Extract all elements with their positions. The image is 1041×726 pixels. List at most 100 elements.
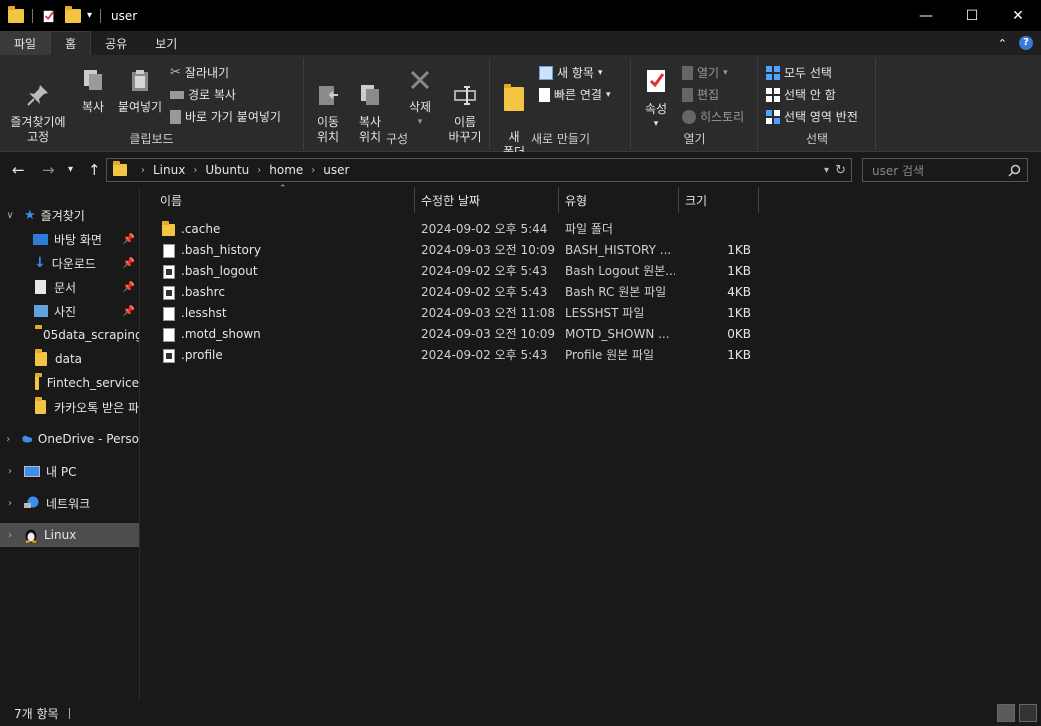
nav-network-label: 네트워크 [46, 496, 91, 511]
address-bar[interactable]: › Linux › Ubuntu › home › user ▾ ↻ [106, 158, 852, 182]
nav-item-desktop[interactable]: 바탕 화면 📌 [0, 227, 139, 251]
invert-selection-button[interactable]: 선택 영역 반전 [766, 108, 858, 125]
file-row[interactable]: .bash_history 2024-09-03 오전 10:09 BASH_H… [154, 240, 754, 261]
column-header-size[interactable]: 크기 [679, 187, 759, 213]
file-size: 4KB [727, 285, 751, 299]
delete-dropdown-icon[interactable]: ▾ [401, 115, 439, 130]
select-all-button[interactable]: 모두 선택 [766, 64, 832, 81]
paste-shortcut-label: 바로 가기 붙여넣기 [185, 110, 281, 124]
column-header-label: 수정한 날짜 [421, 193, 481, 208]
chevron-right-icon[interactable]: › [257, 165, 261, 176]
file-type: LESSHST 파일 [565, 306, 645, 320]
nav-item-fintech-service[interactable]: Fintech_service [0, 371, 139, 395]
file-row[interactable]: .profile 2024-09-02 오후 5:43 Profile 원본 파… [154, 345, 754, 366]
address-dropdown-icon[interactable]: ▾ [824, 165, 829, 176]
file-date: 2024-09-02 오후 5:44 [421, 222, 548, 236]
recent-locations-icon[interactable]: ▾ [68, 164, 73, 175]
file-row[interactable]: .lesshst 2024-09-03 오전 11:08 LESSHST 파일 … [154, 303, 754, 324]
breadcrumb-linux[interactable]: Linux [153, 163, 185, 177]
delete-button[interactable]: 삭제 ▾ [401, 68, 439, 130]
tab-view[interactable]: 보기 [141, 31, 191, 55]
new-folder-icon[interactable] [65, 5, 81, 23]
select-none-button[interactable]: 선택 안 함 [766, 86, 836, 103]
file-row[interactable]: .motd_shown 2024-09-03 오전 10:09 MOTD_SHO… [154, 324, 754, 345]
scissors-icon: ✂ [170, 65, 181, 80]
chevron-right-icon[interactable]: › [141, 165, 145, 176]
properties-icon [647, 70, 665, 92]
divider [100, 8, 102, 23]
column-header-date[interactable]: 수정한 날짜 [415, 187, 559, 213]
tab-file[interactable]: 파일 [0, 31, 51, 55]
file-type: Bash Logout 원본... [565, 264, 675, 278]
breadcrumb-home[interactable]: home [269, 163, 303, 177]
chevron-right-icon[interactable]: › [4, 466, 16, 477]
breadcrumb-user[interactable]: user [323, 163, 349, 177]
pin-icon: 📌 [122, 233, 135, 245]
customize-quick-access-icon[interactable]: ▾ [87, 10, 92, 21]
nav-onedrive[interactable]: › OneDrive - Perso [0, 427, 139, 451]
chevron-right-icon[interactable]: › [193, 165, 197, 176]
breadcrumb-ubuntu[interactable]: Ubuntu [205, 163, 249, 177]
copy-path-button[interactable]: 경로 복사 [170, 86, 236, 103]
properties-icon[interactable] [41, 9, 57, 23]
nav-item-kakaotalk[interactable]: 카카오톡 받은 파 [0, 395, 139, 419]
up-arrow-icon[interactable]: ↑ [88, 161, 101, 179]
nav-item-label: 바탕 화면 [54, 232, 102, 247]
nav-item-downloads[interactable]: ↓ 다운로드 📌 [0, 251, 139, 275]
text-file-icon [163, 349, 175, 363]
file-row[interactable]: .bashrc 2024-09-02 오후 5:43 Bash RC 원본 파일… [154, 282, 754, 303]
file-date: 2024-09-02 오후 5:43 [421, 264, 548, 278]
nav-item-data[interactable]: data [0, 347, 139, 371]
copy-icon [84, 70, 102, 90]
search-input[interactable]: user 검색 [862, 158, 1028, 182]
nav-quick-access[interactable]: ∨ ★ 즐겨찾기 [0, 203, 139, 227]
details-view-button[interactable] [997, 704, 1015, 722]
paste-button[interactable]: 붙여넣기 [114, 68, 166, 115]
help-icon[interactable]: ? [1019, 36, 1033, 50]
edit-button[interactable]: 편집 [682, 86, 719, 103]
collapse-ribbon-icon[interactable]: ⌃ [998, 37, 1007, 50]
column-header-type[interactable]: 유형 [559, 187, 679, 213]
column-header-name[interactable]: 이름 [154, 187, 415, 213]
cut-button[interactable]: ✂ 잘라내기 [170, 64, 229, 81]
file-name: .profile [181, 348, 223, 362]
file-row[interactable]: .bash_logout 2024-09-02 오후 5:43 Bash Log… [154, 261, 754, 282]
tab-home[interactable]: 홈 [50, 31, 92, 55]
refresh-icon[interactable]: ↻ [835, 163, 846, 178]
chevron-down-icon[interactable]: ∨ [4, 210, 16, 221]
nav-this-pc[interactable]: › 내 PC [0, 459, 139, 483]
minimize-button[interactable]: — [903, 0, 949, 31]
file-size: 1KB [727, 348, 751, 362]
delete-label: 삭제 [408, 100, 432, 114]
large-icons-view-button[interactable] [1019, 704, 1037, 722]
maximize-button[interactable]: ☐ [949, 0, 995, 31]
history-button[interactable]: 히스토리 [682, 108, 744, 125]
chevron-right-icon[interactable]: › [4, 434, 13, 445]
open-button[interactable]: 열기 ▾ [682, 64, 728, 81]
chevron-right-icon[interactable]: › [4, 530, 16, 541]
chevron-right-icon[interactable]: › [311, 165, 315, 176]
easy-access-button[interactable]: 빠른 연결 ▾ [539, 86, 611, 103]
nav-item-05data-scraping[interactable]: 05data_scraping [0, 323, 139, 347]
nav-network[interactable]: › 네트워크 [0, 491, 139, 515]
close-button[interactable]: ✕ [995, 0, 1041, 31]
select-group: 모두 선택 선택 안 함 선택 영역 반전 선택 [759, 58, 876, 150]
nav-item-label: 다운로드 [51, 256, 96, 271]
file-row[interactable]: .cache 2024-09-02 오후 5:44 파일 폴더 [154, 219, 754, 240]
tab-share[interactable]: 공유 [91, 31, 141, 55]
forward-arrow-icon[interactable]: → [42, 161, 55, 179]
nav-linux-label: Linux [44, 528, 77, 542]
paste-shortcut-button[interactable]: 바로 가기 붙여넣기 [170, 108, 281, 125]
nav-item-documents[interactable]: 문서 📌 [0, 275, 139, 299]
new-item-button[interactable]: 새 항목 ▾ [539, 64, 602, 81]
nav-linux[interactable]: › Linux [0, 523, 139, 547]
nav-item-pictures[interactable]: 사진 📌 [0, 299, 139, 323]
file-type: MOTD_SHOWN ... [565, 327, 670, 341]
search-icon[interactable] [1008, 164, 1021, 177]
properties-button[interactable]: 속성 ▾ [638, 68, 674, 132]
folder-icon [162, 221, 175, 236]
back-arrow-icon[interactable]: ← [12, 161, 25, 179]
chevron-right-icon[interactable]: › [4, 498, 16, 509]
copy-button[interactable]: 복사 [76, 68, 110, 115]
nav-item-label: Fintech_service [46, 376, 139, 390]
